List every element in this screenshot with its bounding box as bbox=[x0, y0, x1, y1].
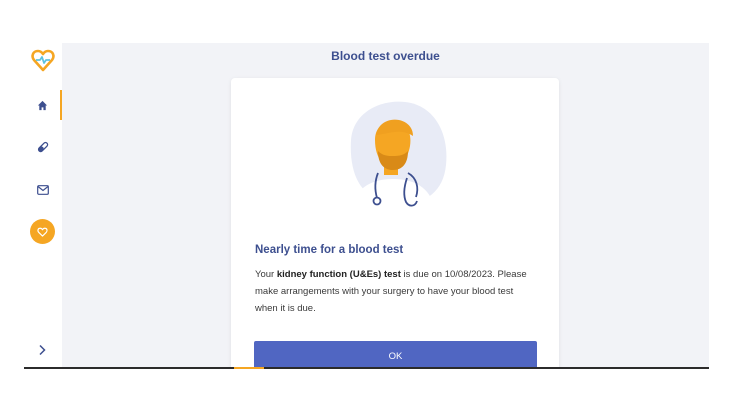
chevron-right-icon bbox=[39, 344, 46, 356]
blood-test-card: Nearly time for a blood test Your kidney… bbox=[231, 78, 559, 367]
sidebar bbox=[24, 43, 62, 367]
sidebar-item-home[interactable] bbox=[24, 90, 62, 120]
sidebar-item-medications[interactable] bbox=[24, 132, 62, 162]
card-body-text: Your kidney function (U&Es) test is due … bbox=[255, 266, 537, 317]
sidebar-item-health[interactable] bbox=[30, 219, 55, 244]
expand-sidebar-button[interactable] bbox=[32, 340, 52, 360]
page-title: Blood test overdue bbox=[331, 49, 440, 63]
logo-icon bbox=[31, 49, 55, 72]
bottom-divider-accent bbox=[234, 367, 264, 369]
home-icon bbox=[37, 100, 47, 110]
sidebar-item-messages[interactable] bbox=[24, 175, 62, 205]
doctor-illustration bbox=[350, 101, 447, 213]
heart-icon bbox=[37, 227, 48, 237]
mail-icon bbox=[37, 185, 49, 195]
body-text-prefix: Your bbox=[255, 269, 277, 280]
pill-icon bbox=[37, 141, 49, 153]
app-window: Blood test overdue Nearly time for a blo… bbox=[24, 43, 709, 367]
ok-button[interactable]: OK bbox=[254, 341, 537, 367]
bottom-divider bbox=[24, 367, 709, 369]
test-name: kidney function (U&Es) test bbox=[276, 269, 401, 280]
card-heading: Nearly time for a blood test bbox=[255, 244, 404, 256]
